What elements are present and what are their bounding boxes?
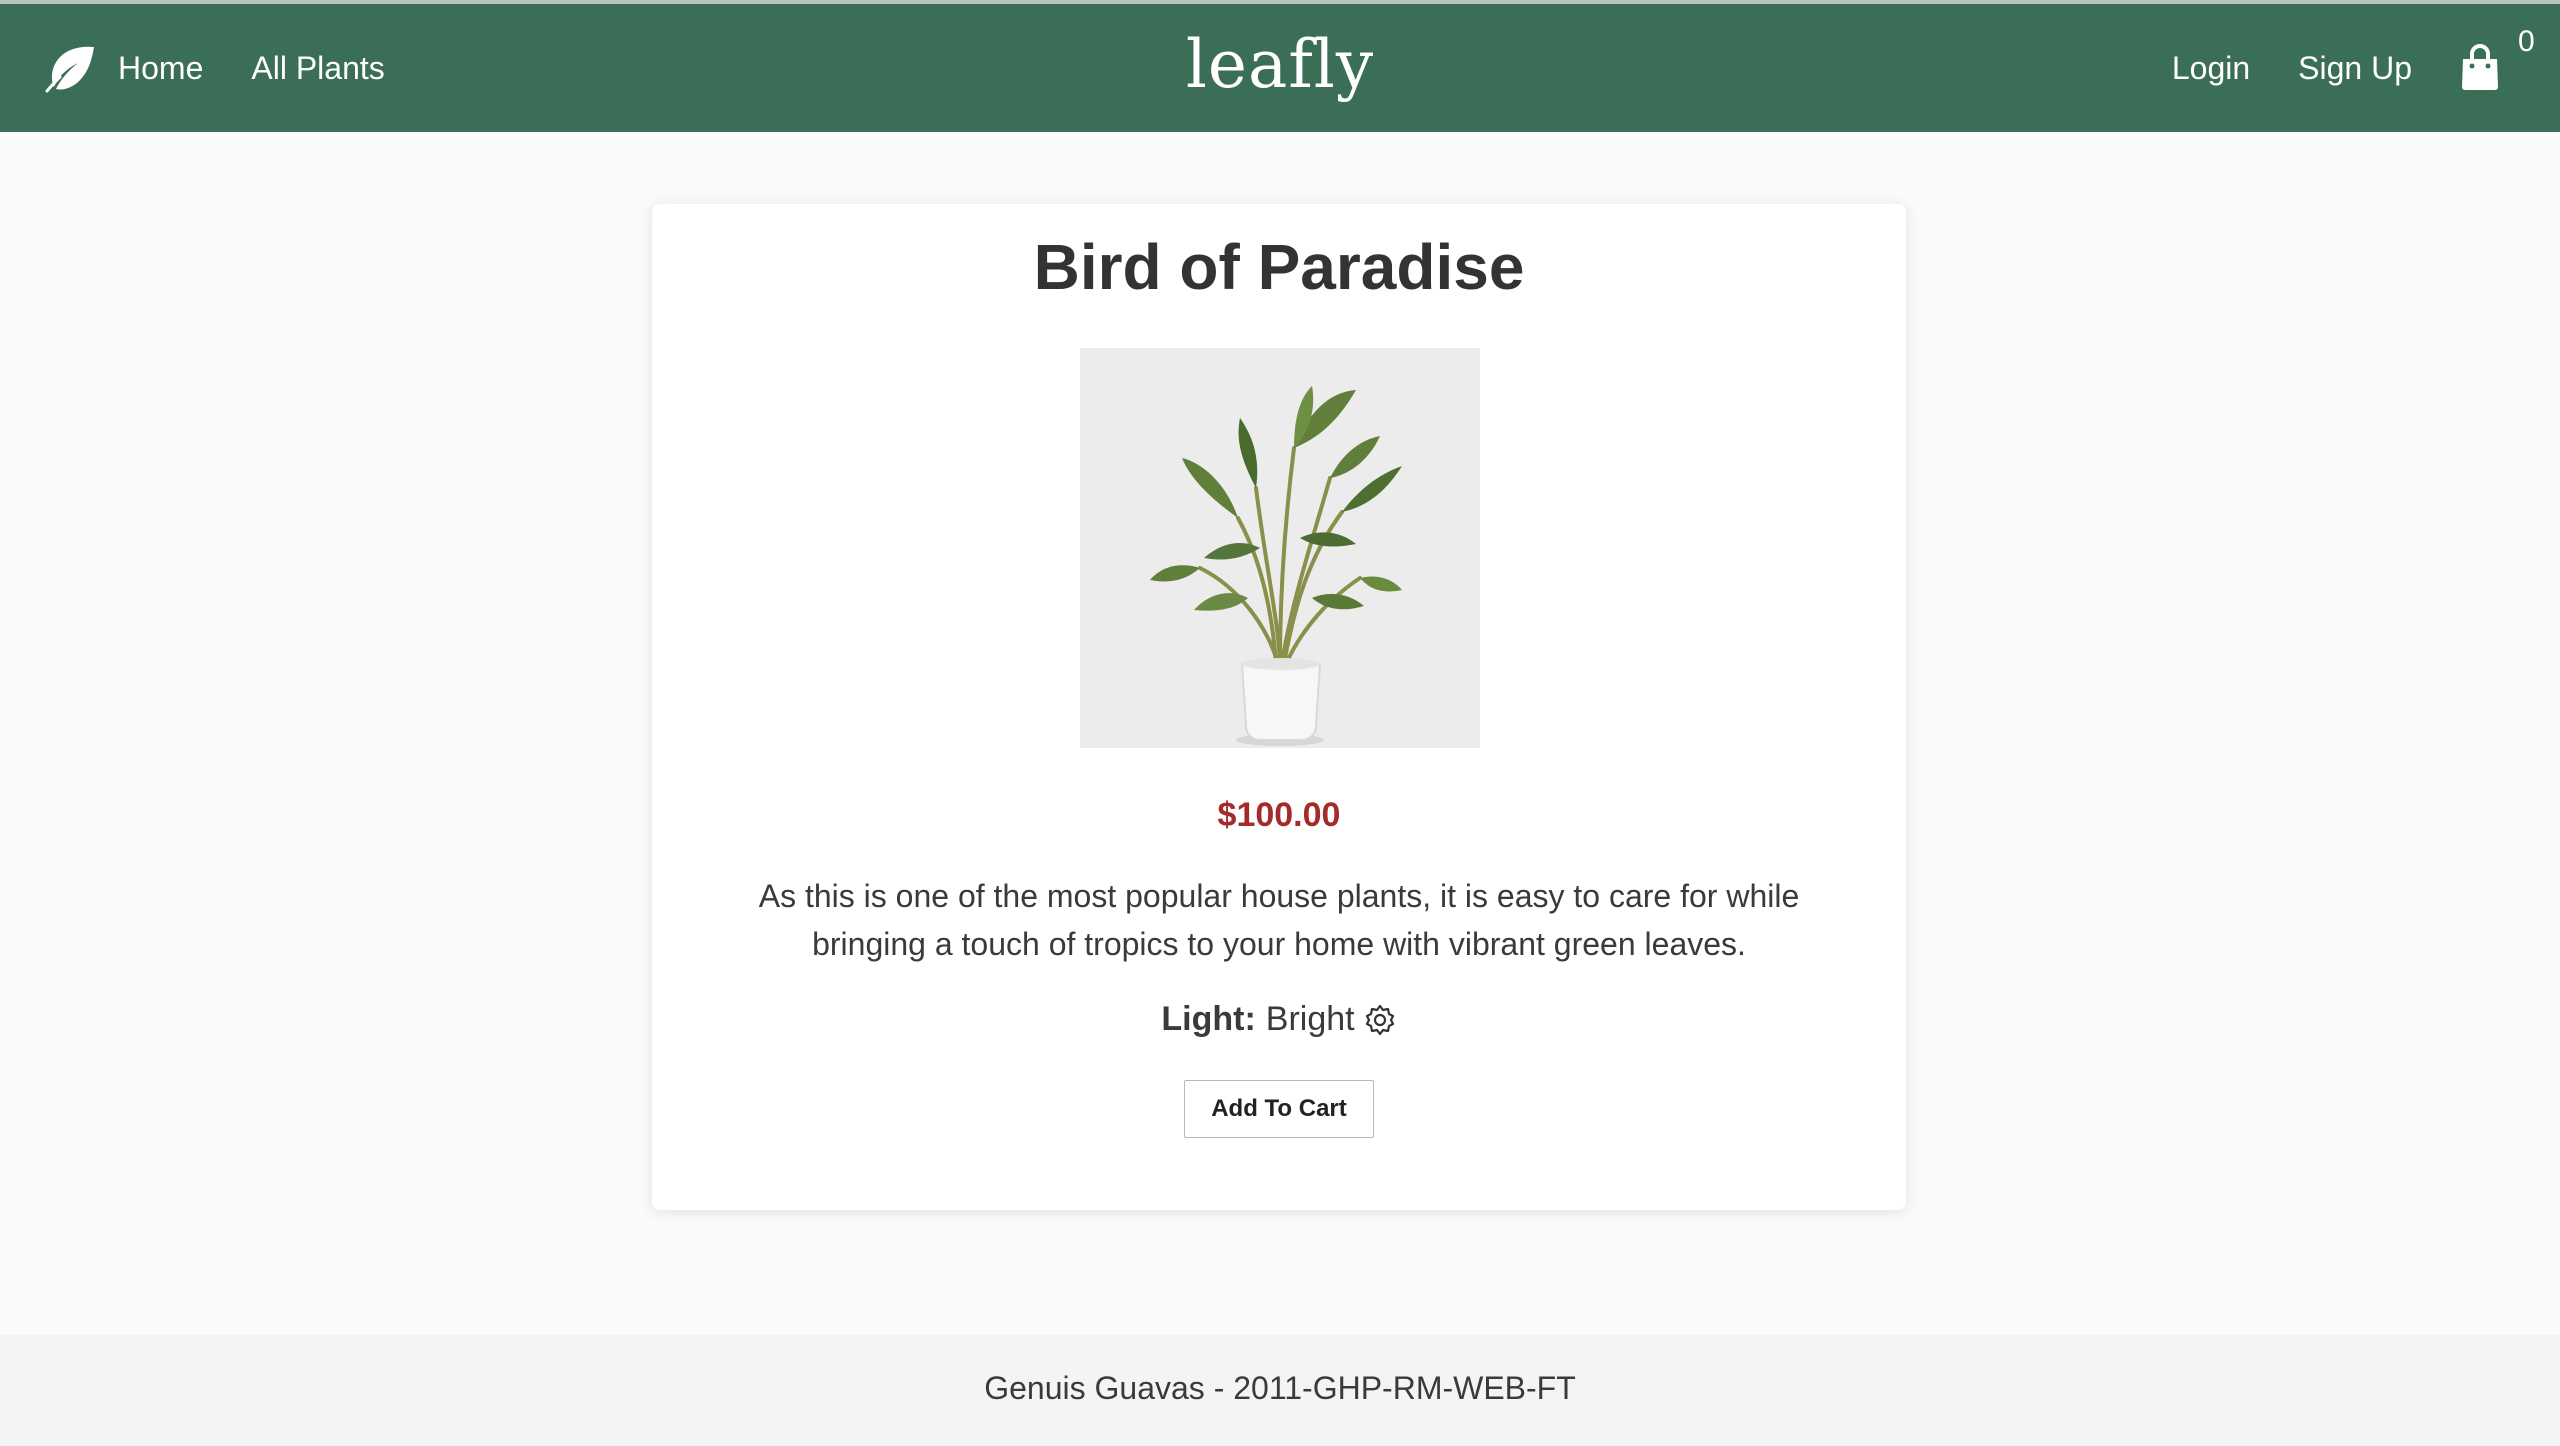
footer-text: Genuis Guavas - 2011-GHP-RM-WEB-FT: [984, 1370, 1576, 1406]
product-image: [1080, 348, 1480, 748]
product-title: Bird of Paradise: [1033, 231, 1525, 303]
nav-signup-link[interactable]: Sign Up: [2298, 50, 2412, 87]
nav-right-group: Login Sign Up 0: [2172, 4, 2535, 132]
light-label: Light:: [1161, 1000, 1256, 1038]
leaf-icon[interactable]: [44, 41, 98, 95]
light-requirement: Light: Bright: [652, 1000, 1906, 1039]
nav-all-plants-link[interactable]: All Plants: [251, 50, 384, 87]
product-price: $100.00: [1217, 796, 1341, 834]
add-to-cart-button[interactable]: Add To Cart: [1184, 1080, 1374, 1138]
shopping-bag-icon: [2462, 44, 2498, 90]
cart-count-badge: 0: [2518, 25, 2535, 58]
nav-left-group: Home All Plants: [44, 4, 433, 132]
product-description: As this is one of the most popular house…: [758, 878, 1800, 962]
nav-home-link[interactable]: Home: [118, 50, 203, 87]
cart-button[interactable]: 0: [2460, 25, 2535, 93]
navbar: Home All Plants leafly Login Sign Up 0: [0, 4, 2560, 132]
footer: Genuis Guavas - 2011-GHP-RM-WEB-FT: [0, 1332, 2560, 1446]
light-value: Bright: [1265, 1000, 1355, 1038]
product-card: Bird of Paradise $100.00 As this is one …: [652, 204, 1906, 1210]
sun-gear-icon: [1365, 1004, 1394, 1035]
nav-login-link[interactable]: Login: [2172, 50, 2250, 87]
